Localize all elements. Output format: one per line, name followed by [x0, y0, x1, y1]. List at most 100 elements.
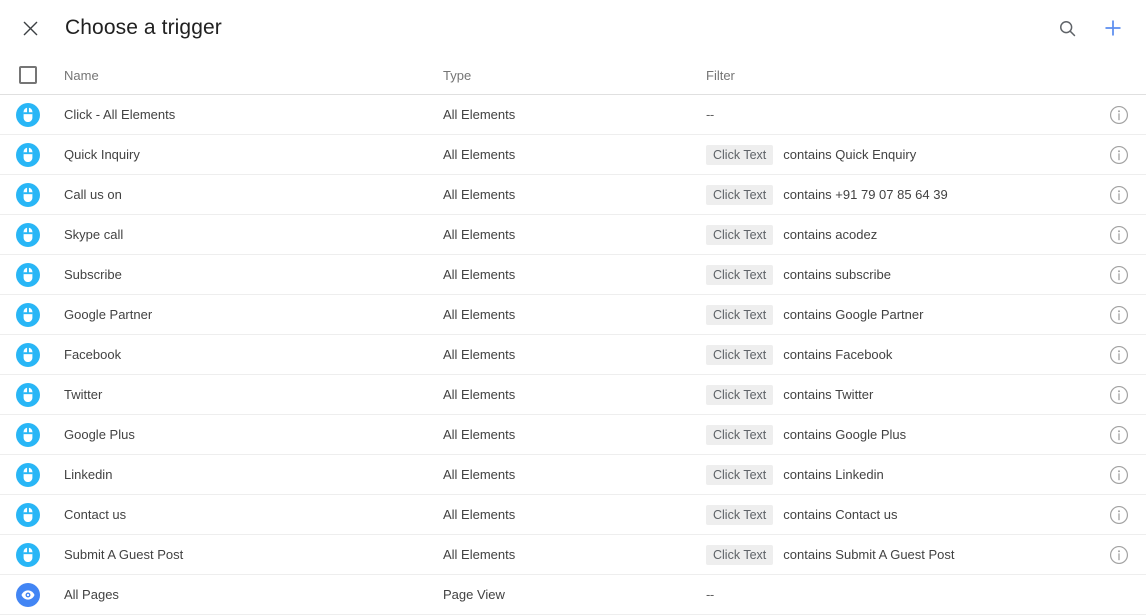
- page-view-eye-icon: [16, 582, 40, 607]
- filter-condition-text: contains subscribe: [783, 267, 891, 282]
- trigger-name[interactable]: Subscribe: [64, 267, 443, 282]
- info-icon[interactable]: [1108, 224, 1130, 246]
- triggers-table: Name Type Filter Click - All Elements All…: [0, 56, 1146, 615]
- filter-chip: Click Text: [706, 304, 774, 325]
- trigger-type-icon-cell: [16, 382, 64, 407]
- mouse-click-icon: [16, 462, 40, 487]
- trigger-filter: Click Text contains +91 79 07 85 64 39: [706, 184, 1086, 205]
- trigger-name[interactable]: Contact us: [64, 507, 443, 522]
- trigger-name[interactable]: Linkedin: [64, 467, 443, 482]
- trigger-filter: Click Text contains Quick Enquiry: [706, 144, 1086, 165]
- table-row[interactable]: Contact us All Elements Click Text contains…: [0, 495, 1146, 535]
- table-row[interactable]: Subscribe All Elements Click Text contains …: [0, 255, 1146, 295]
- filter-chip: Click Text: [706, 384, 774, 405]
- filter-chip: Click Text: [706, 544, 774, 565]
- filter-condition-text: contains Twitter: [783, 387, 874, 402]
- table-row[interactable]: Call us on All Elements Click Text contains…: [0, 175, 1146, 215]
- info-icon[interactable]: [1108, 544, 1130, 566]
- filter-chip: Click Text: [706, 344, 774, 365]
- column-header-name[interactable]: Name: [64, 68, 443, 83]
- trigger-type: All Elements: [443, 507, 516, 522]
- table-row[interactable]: Skype call All Elements Click Text contains…: [0, 215, 1146, 255]
- mouse-click-icon: [16, 262, 40, 287]
- filter-condition-text: contains Linkedin: [783, 467, 884, 482]
- trigger-filter: --: [706, 587, 1086, 602]
- trigger-name[interactable]: Skype call: [64, 227, 443, 242]
- info-icon[interactable]: [1108, 424, 1130, 446]
- row-info-cell: [1086, 344, 1130, 366]
- info-icon[interactable]: [1108, 144, 1130, 166]
- mouse-click-icon: [16, 302, 40, 327]
- trigger-filter: Click Text contains Contact us: [706, 504, 1086, 525]
- select-all-checkbox[interactable]: [19, 66, 37, 84]
- table-row[interactable]: Submit A Guest Post All Elements Click Tex…: [0, 535, 1146, 575]
- trigger-type: All Elements: [443, 147, 516, 162]
- trigger-type: All Elements: [443, 267, 516, 282]
- mouse-click-icon: [16, 222, 40, 247]
- trigger-type-icon-cell: [16, 422, 64, 447]
- trigger-name[interactable]: Submit A Guest Post: [64, 547, 443, 562]
- trigger-name[interactable]: Call us on: [64, 187, 443, 202]
- table-row[interactable]: Google Plus All Elements Click Text contain…: [0, 415, 1146, 455]
- row-info-cell: [1086, 544, 1130, 566]
- trigger-type: All Elements: [443, 107, 516, 122]
- column-header-type[interactable]: Type: [443, 68, 706, 83]
- info-icon[interactable]: [1108, 264, 1130, 286]
- trigger-name[interactable]: Google Partner: [64, 307, 443, 322]
- trigger-name[interactable]: Click - All Elements: [64, 107, 443, 122]
- filter-condition-text: contains Contact us: [783, 507, 898, 522]
- table-row[interactable]: Facebook All Elements Click Text contains F…: [0, 335, 1146, 375]
- filter-condition-text: contains Submit A Guest Post: [783, 547, 955, 562]
- trigger-type-icon-cell: [16, 462, 64, 487]
- filter-chip: Click Text: [706, 144, 774, 165]
- trigger-type-icon-cell: [16, 102, 64, 127]
- trigger-name[interactable]: Facebook: [64, 347, 443, 362]
- row-info-cell: [1086, 264, 1130, 286]
- search-icon[interactable]: [1054, 15, 1080, 41]
- trigger-name[interactable]: Quick Inquiry: [64, 147, 443, 162]
- row-info-cell: [1086, 464, 1130, 486]
- trigger-filter: Click Text contains Twitter: [706, 384, 1086, 405]
- info-icon[interactable]: [1108, 184, 1130, 206]
- trigger-name[interactable]: All Pages: [64, 587, 443, 602]
- trigger-type: All Elements: [443, 467, 516, 482]
- info-icon[interactable]: [1108, 104, 1130, 126]
- mouse-click-icon: [16, 142, 40, 167]
- table-row[interactable]: Linkedin All Elements Click Text contains L…: [0, 455, 1146, 495]
- page-title: Choose a trigger: [65, 16, 222, 39]
- table-row[interactable]: All Pages Page View --: [0, 575, 1146, 615]
- table-row[interactable]: Quick Inquiry All Elements Click Text conta…: [0, 135, 1146, 175]
- trigger-type-icon-cell: [16, 542, 64, 567]
- trigger-name[interactable]: Google Plus: [64, 427, 443, 442]
- close-icon[interactable]: [17, 15, 43, 41]
- info-icon[interactable]: [1108, 304, 1130, 326]
- filter-condition-text: contains +91 79 07 85 64 39: [783, 187, 948, 202]
- trigger-filter: Click Text contains subscribe: [706, 264, 1086, 285]
- trigger-name[interactable]: Twitter: [64, 387, 443, 402]
- trigger-type: All Elements: [443, 347, 516, 362]
- trigger-filter: --: [706, 107, 1086, 122]
- filter-condition-text: contains Google Partner: [783, 307, 924, 322]
- row-info-cell: [1086, 504, 1130, 526]
- mouse-click-icon: [16, 542, 40, 567]
- trigger-type: All Elements: [443, 227, 516, 242]
- info-icon[interactable]: [1108, 384, 1130, 406]
- trigger-type: All Elements: [443, 427, 516, 442]
- plus-icon[interactable]: [1100, 15, 1126, 41]
- info-icon[interactable]: [1108, 344, 1130, 366]
- mouse-click-icon: [16, 382, 40, 407]
- info-icon[interactable]: [1108, 464, 1130, 486]
- trigger-type-icon-cell: [16, 142, 64, 167]
- filter-chip: Click Text: [706, 464, 774, 485]
- table-row[interactable]: Twitter All Elements Click Text contains Tw…: [0, 375, 1146, 415]
- table-row[interactable]: Click - All Elements All Elements --: [0, 95, 1146, 135]
- info-icon[interactable]: [1108, 504, 1130, 526]
- mouse-click-icon: [16, 182, 40, 207]
- select-all-cell: [16, 66, 64, 84]
- trigger-filter: Click Text contains Facebook: [706, 344, 1086, 365]
- column-header-filter[interactable]: Filter: [706, 68, 1086, 83]
- table-row[interactable]: Google Partner All Elements Click Text cont…: [0, 295, 1146, 335]
- trigger-type-icon-cell: [16, 502, 64, 527]
- dialog-header: Choose a trigger: [0, 0, 1146, 56]
- filter-condition-text: contains Facebook: [783, 347, 893, 362]
